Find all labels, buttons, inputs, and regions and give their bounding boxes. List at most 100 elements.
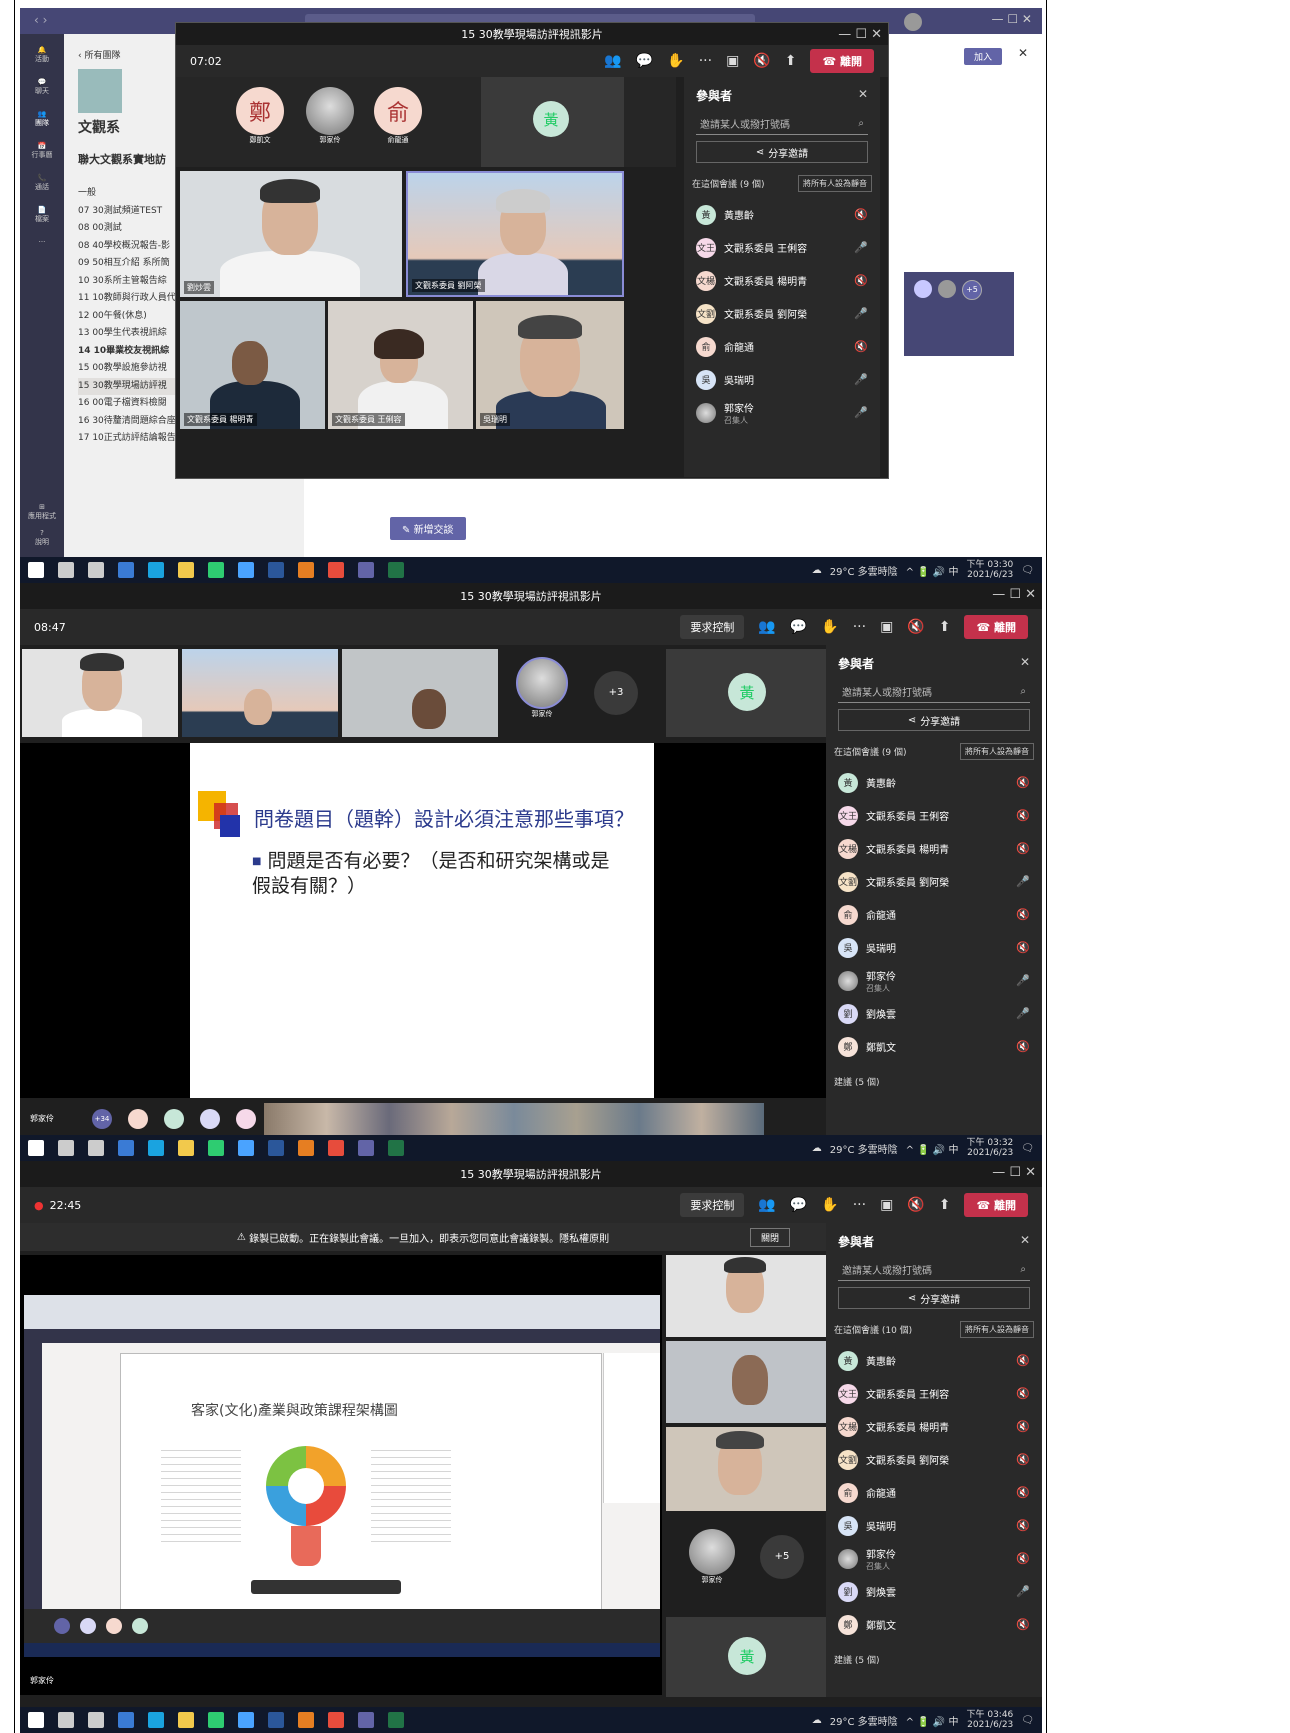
rail-activity[interactable]: 🔔 活動 [35,46,49,64]
overflow-badge[interactable]: +34 [92,1109,112,1129]
search-icon[interactable] [58,1140,74,1156]
join-button[interactable]: 加入 [963,48,1002,65]
more-participants-badge[interactable]: +3 [594,671,638,715]
video-tile[interactable] [22,649,178,737]
participant-tile[interactable]: 黃 [666,649,826,737]
share-icon[interactable]: ⬆ [785,53,797,69]
rail-teams[interactable]: 👥 團隊 [35,110,49,128]
participant-row[interactable]: 鄭 鄭凱文 🔇 [826,1608,1042,1641]
rail-calls[interactable]: 📞 通話 [35,174,49,192]
share-invite-button[interactable]: ⋖ 分享邀請 [696,141,868,163]
participants-icon[interactable]: 👥 [758,1197,775,1213]
mute-all-button[interactable]: 將所有人設為靜音 [798,175,872,192]
participant-row[interactable]: 吳 吳瑞明 🔇 [826,931,1042,964]
participant-row[interactable]: 郭家伶 召集人 🎤 [826,964,1042,997]
search-icon[interactable] [58,1712,74,1728]
rail-chat[interactable]: 💬 聊天 [35,78,49,96]
chrome-icon[interactable] [328,562,344,578]
reactions-icon[interactable]: ✋ [821,1197,838,1213]
request-control-button[interactable]: 要求控制 [680,615,745,639]
edge-icon[interactable] [148,1712,164,1728]
teams-icon[interactable] [358,1712,374,1728]
participant-avatar[interactable]: 俞 俞龍通 [374,87,422,145]
participant-row[interactable]: 文王 文觀系委員 王俐容 🔇 [826,1377,1042,1410]
close-icon[interactable]: ✕ [1018,46,1028,60]
line-icon[interactable] [208,562,224,578]
participant-row[interactable]: 黃 黃惠齡 🔇 [826,1344,1042,1377]
paint-icon[interactable] [298,1712,314,1728]
rail-calendar[interactable]: 📅 行事曆 [32,142,53,160]
participant-row[interactable]: 郭家伶 召集人 🎤 [684,396,880,429]
file-explorer-icon[interactable] [178,1140,194,1156]
leave-button[interactable]: ☎ 離開 [810,49,874,73]
excel-icon[interactable] [388,1140,404,1156]
teams-icon[interactable] [358,1140,374,1156]
windows-start-icon[interactable] [28,562,44,578]
participant-row[interactable]: 文劉 文觀系委員 劉阿榮 🎤 [826,865,1042,898]
tray-icons[interactable]: ^ 🔋 🔊 中 [906,1141,959,1156]
paint-icon[interactable] [298,562,314,578]
request-control-button[interactable]: 要求控制 [680,1193,745,1217]
back-arrow-icon[interactable]: ‹ › [34,13,47,27]
mute-all-button[interactable]: 將所有人設為靜音 [960,1321,1034,1338]
participant-row[interactable]: 吳 吳瑞明 🔇 [826,1509,1042,1542]
participants-icon[interactable]: 👥 [758,619,775,635]
word-icon[interactable] [268,562,284,578]
video-thumbnails-strip[interactable] [264,1103,764,1135]
notification-icon[interactable]: 🗨 [1021,565,1034,576]
invite-search-input[interactable]: 邀請某人或撥打號碼 ⌕ [838,1258,1030,1281]
mic-off-icon[interactable]: 🔇 [907,1197,924,1213]
meeting-card[interactable]: +5 [904,272,1014,356]
participant-row[interactable]: 俞 俞龍通 🔇 [826,1476,1042,1509]
reactions-icon[interactable]: ✋ [821,619,838,635]
line-icon[interactable] [208,1712,224,1728]
participants-icon[interactable]: 👥 [604,53,621,69]
more-icon[interactable]: ··· [853,1197,866,1213]
camera-off-icon[interactable]: ▣ [726,53,739,69]
video-tile[interactable]: 劉炒雲 [180,171,402,297]
participant-row[interactable]: 文楊 文觀系委員 楊明青 🔇 [826,1410,1042,1443]
task-view-icon[interactable] [88,1140,104,1156]
participant-row[interactable]: 俞 俞龍通 🔇 [826,898,1042,931]
more-icon[interactable]: ··· [699,53,712,69]
video-tile[interactable] [342,649,498,737]
participant-avatar[interactable]: 郭家伶 [684,1529,740,1585]
share-invite-button[interactable]: ⋖ 分享邀請 [838,1287,1030,1309]
participant-avatar[interactable]: 鄭 鄭凱文 [236,87,284,145]
chat-icon[interactable]: 💬 [636,53,653,69]
participant-row[interactable]: 文王 文觀系委員 王俐容 🎤 [684,231,880,264]
participant-row[interactable]: 黃 黃惠齡 🔇 [684,198,880,231]
video-tile[interactable]: 文觀系委員 王俐容 [328,301,473,429]
chat-icon[interactable]: 💬 [790,619,807,635]
close-icon[interactable]: ✕ [1020,1233,1030,1247]
participant-row[interactable]: 黃 黃惠齡 🔇 [826,766,1042,799]
participant-avatar[interactable]: 郭家伶 [306,87,354,145]
clock[interactable]: 下午 03:46 2021/6/23 [966,1710,1013,1730]
invite-search-input[interactable]: 邀請某人或撥打號碼 ⌕ [838,680,1030,703]
line-icon[interactable] [208,1140,224,1156]
participant-row[interactable]: 俞 俞龍通 🔇 [684,330,880,363]
rail-apps[interactable]: ⊞ 應用程式 [20,503,64,521]
participant-row[interactable]: 文劉 文觀系委員 劉阿榮 🎤 [684,297,880,330]
mic-off-icon[interactable]: 🔇 [907,619,924,635]
file-explorer-icon[interactable] [178,562,194,578]
leave-button[interactable]: ☎ 離開 [964,1193,1028,1217]
invite-search-input[interactable]: 邀請某人或撥打號碼 ⌕ [696,112,868,135]
video-tile[interactable] [666,1255,826,1337]
camera-off-icon[interactable]: ▣ [880,619,893,635]
participant-row[interactable]: 鄭 鄭凱文 🔇 [826,1030,1042,1063]
weather-text[interactable]: 29°C 多雲時陰 [830,1713,898,1728]
section-label[interactable]: 建議 (5 個) [834,1075,879,1088]
clock[interactable]: 下午 03:32 2021/6/23 [966,1138,1013,1158]
window-controls[interactable]: — ☐ ✕ [992,587,1036,602]
clock[interactable]: 下午 03:30 2021/6/23 [966,560,1013,580]
store-icon[interactable] [118,562,134,578]
participant-row[interactable]: 郭家伶 召集人 🔇 [826,1542,1042,1575]
camera-off-icon[interactable]: ▣ [880,1197,893,1213]
store-icon[interactable] [118,1712,134,1728]
ie-icon[interactable] [238,562,254,578]
video-tile-active[interactable]: 文觀系委員 劉阿榮 [406,171,624,297]
participant-row[interactable]: 文楊 文觀系委員 楊明青 🔇 [826,832,1042,865]
participant-row[interactable]: 吳 吳瑞明 🎤 [684,363,880,396]
user-avatar[interactable] [904,13,922,31]
